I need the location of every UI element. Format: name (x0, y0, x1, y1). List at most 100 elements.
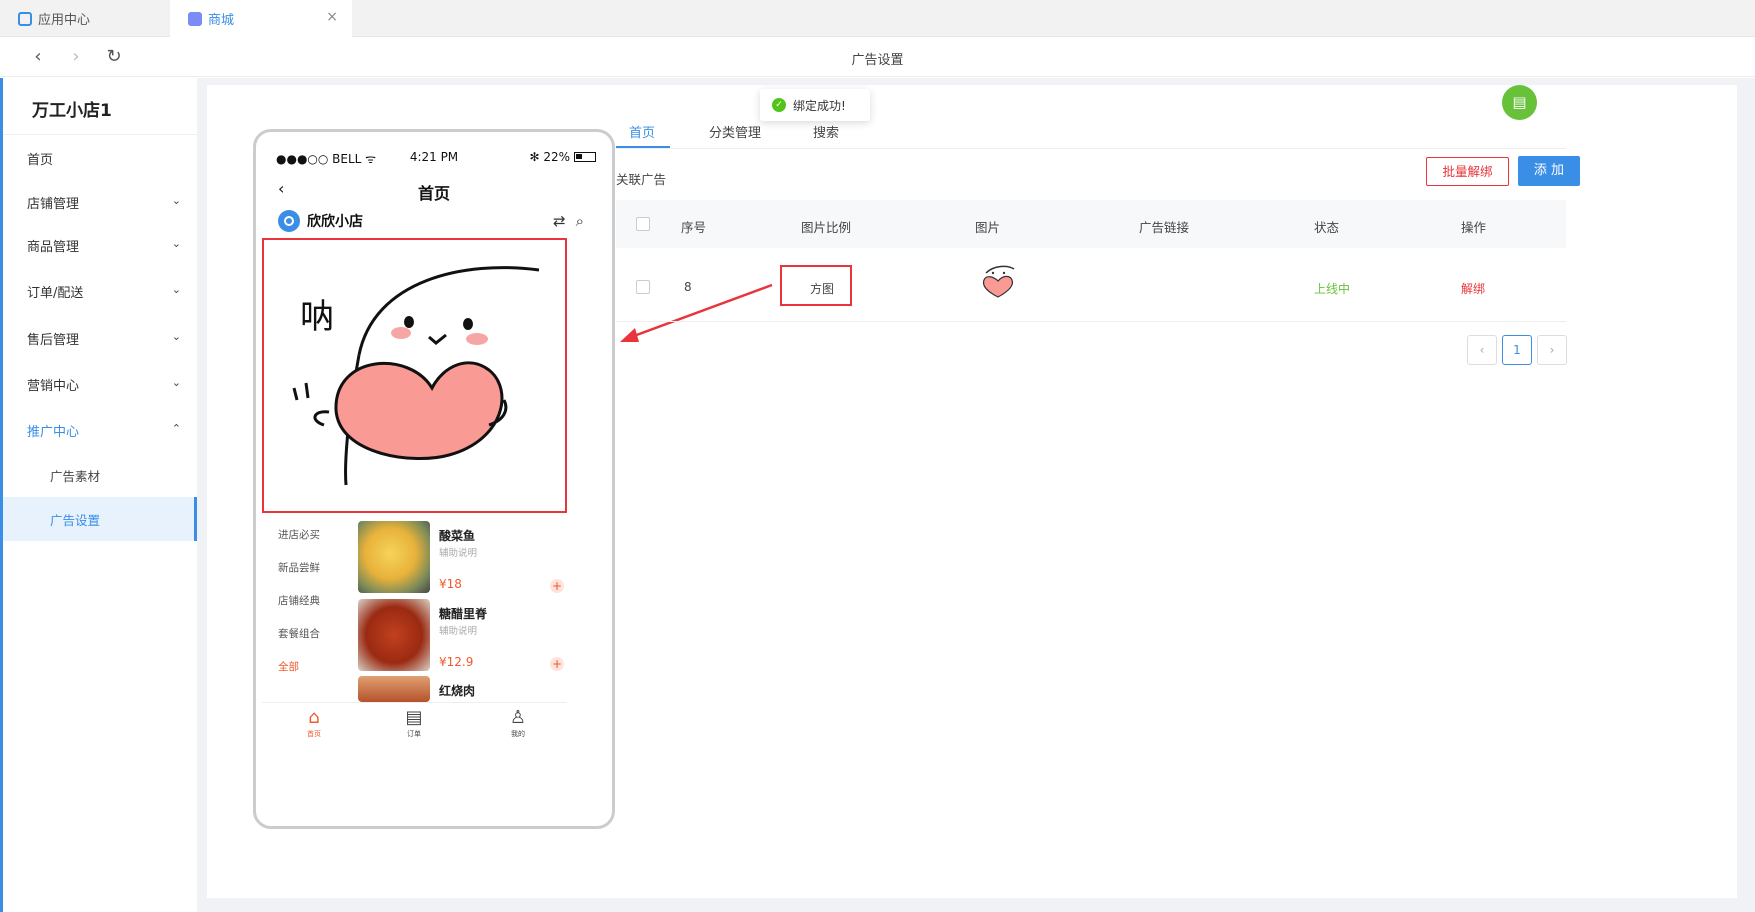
category-item[interactable]: 套餐组合 (278, 626, 320, 641)
page-button[interactable]: 1 (1502, 335, 1532, 365)
store-icon[interactable]: ▤ (1502, 85, 1537, 120)
sidebar: 万工小店1 首页 店铺管理 ⌄ 商品管理 ⌄ 订单/配送 ⌄ 售后管理 ⌄ 营销… (0, 78, 197, 912)
cell-seq: 8 (684, 280, 692, 294)
user-icon: ♙ (509, 707, 527, 728)
category-item[interactable]: 店铺经典 (278, 593, 320, 608)
category-item[interactable]: 进店必买 (278, 527, 320, 542)
product-price: ¥18 (439, 577, 462, 591)
product-card[interactable]: 酸菜鱼 辅助说明 ¥18 + (358, 521, 570, 601)
table-header: 序号 图片比例 图片 广告链接 状态 操作 (616, 200, 1566, 248)
phone-tab-orders[interactable]: ▤ 订单 (384, 707, 444, 739)
tab-mall[interactable]: 商城 × (170, 0, 352, 37)
ad-banner[interactable]: 呐 (262, 238, 567, 513)
shop-name: 万工小店1 (32, 101, 112, 121)
col-status: 状态 (1314, 220, 1340, 235)
highlight-box (780, 265, 852, 306)
prev-page-button[interactable]: ‹ (1467, 335, 1497, 365)
sidebar-item-ad-material[interactable]: 广告素材 (3, 453, 197, 497)
success-toast: ✓ 绑定成功! (760, 89, 870, 121)
chevron-up-icon: ⌃ (171, 422, 181, 435)
product-name: 红烧肉 (439, 684, 476, 698)
chevron-down-icon: ⌄ (171, 376, 181, 389)
product-image (358, 676, 430, 702)
cell-status: 上线中 (1314, 282, 1351, 296)
nav-bar: ‹ › ↻ 广告设置 (0, 37, 1755, 77)
app-center-icon (18, 11, 32, 26)
order-icon: ▤ (405, 707, 423, 728)
phone-tab-profile[interactable]: ♙ 我的 (488, 707, 548, 739)
phone-preview: ●●●○○ BELL ᯤ 4:21 PM ✻ 22% ‹ 首页 欣欣小店 ⇄⌕ (253, 129, 615, 829)
row-checkbox[interactable] (636, 280, 650, 294)
phone-tab-label: 首页 (307, 730, 321, 738)
sidebar-item-orders[interactable]: 订单/配送 ⌄ (3, 269, 197, 313)
sidebar-item-goods[interactable]: 商品管理 ⌄ (3, 223, 197, 267)
battery-text: ✻ 22% (529, 150, 570, 164)
main-area: ●●●○○ BELL ᯤ 4:21 PM ✻ 22% ‹ 首页 欣欣小店 ⇄⌕ (197, 78, 1755, 912)
check-circle-icon: ✓ (772, 98, 786, 112)
switch-search-icon[interactable]: ⇄⌕ (553, 212, 594, 230)
unbind-link[interactable]: 解绑 (1461, 280, 1485, 297)
product-desc: 辅助说明 (439, 626, 478, 637)
phone-title: 首页 (417, 184, 450, 203)
category-item[interactable]: 新品尝鲜 (278, 560, 320, 575)
tab-category-management[interactable]: 分类管理 (709, 122, 761, 141)
battery-icon: ✻ 22% (529, 150, 596, 164)
section-title: 关联广告 (616, 172, 667, 187)
select-all-checkbox[interactable] (636, 217, 650, 231)
product-card[interactable]: 糖醋里脊 辅助说明 ¥12.9 + (358, 599, 570, 679)
category-item[interactable]: 全部 (278, 659, 299, 674)
content-card: ●●●○○ BELL ᯤ 4:21 PM ✻ 22% ‹ 首页 欣欣小店 ⇄⌕ (207, 85, 1737, 898)
product-desc: 辅助说明 (439, 548, 478, 559)
col-ratio: 图片比例 (801, 220, 852, 235)
tab-bar: 应用中心 商城 × (0, 0, 1755, 37)
phone-tab-label: 我的 (511, 730, 525, 738)
sidebar-item-ad-settings[interactable]: 广告设置 (3, 497, 197, 541)
tabs-divider (616, 148, 1566, 149)
page-title: 广告设置 (851, 53, 904, 68)
ad-sticker-text: 呐 (300, 297, 334, 337)
col-action: 操作 (1461, 220, 1487, 235)
add-to-cart-icon[interactable]: + (550, 657, 564, 671)
product-card[interactable]: 红烧肉 (358, 676, 570, 702)
add-button[interactable]: 添 加 (1518, 156, 1580, 186)
home-icon: ⌂ (308, 707, 320, 728)
phone-tab-home[interactable]: ⌂ 首页 (284, 707, 344, 739)
chevron-down-icon: ⌄ (171, 283, 181, 296)
phone-tab-label: 订单 (407, 730, 421, 738)
app-root: 应用中心 商城 × ‹ › ↻ 广告设置 万工小店1 首页 店铺管理 ⌄ 商品管… (0, 0, 1755, 912)
sidebar-item-label: 推广中心 (27, 424, 80, 440)
product-image (358, 599, 430, 671)
sidebar-item-marketing[interactable]: 营销中心 ⌄ (3, 362, 197, 406)
ad-sticker-image: 呐 (292, 266, 540, 486)
batch-unbind-button[interactable]: 批量解绑 (1426, 157, 1509, 186)
sidebar-item-label: 售后管理 (27, 332, 80, 348)
category-list: 进店必买 新品尝鲜 店铺经典 套餐组合 全部 (266, 522, 348, 702)
product-image (358, 521, 430, 593)
tab-app-center[interactable]: 应用中心 (0, 0, 170, 37)
shop-logo-icon (278, 210, 300, 232)
chevron-down-icon: ⌄ (171, 330, 181, 343)
chevron-down-icon: ⌄ (171, 194, 181, 207)
sidebar-item-label: 首页 (27, 152, 54, 168)
phone-shop-name: 欣欣小店 (307, 214, 363, 230)
sidebar-item-label: 商品管理 (27, 239, 80, 255)
sidebar-item-store[interactable]: 店铺管理 ⌄ (3, 180, 197, 224)
col-link: 广告链接 (1139, 220, 1190, 235)
sidebar-item-home[interactable]: 首页 (3, 136, 197, 180)
sidebar-item-label: 广告素材 (50, 468, 101, 484)
close-icon[interactable]: × (326, 9, 338, 25)
sidebar-item-promotion[interactable]: 推广中心 ⌃ (3, 408, 197, 452)
table-row: 8 方图 上线中 解绑 (616, 250, 1566, 322)
product-name: 糖醋里脊 (439, 607, 488, 621)
tab-search[interactable]: 搜索 (813, 122, 839, 141)
ad-thumbnail (982, 265, 1015, 298)
add-to-cart-icon[interactable]: + (550, 579, 564, 593)
sidebar-item-label: 广告设置 (50, 512, 101, 528)
col-image: 图片 (975, 220, 1001, 235)
next-page-button[interactable]: › (1537, 335, 1567, 365)
tab-home[interactable]: 首页 (629, 122, 655, 141)
phone-shop-header: 欣欣小店 (278, 210, 363, 232)
toast-text: 绑定成功! (793, 98, 846, 113)
divider (3, 134, 197, 135)
sidebar-item-aftersale[interactable]: 售后管理 ⌄ (3, 316, 197, 360)
